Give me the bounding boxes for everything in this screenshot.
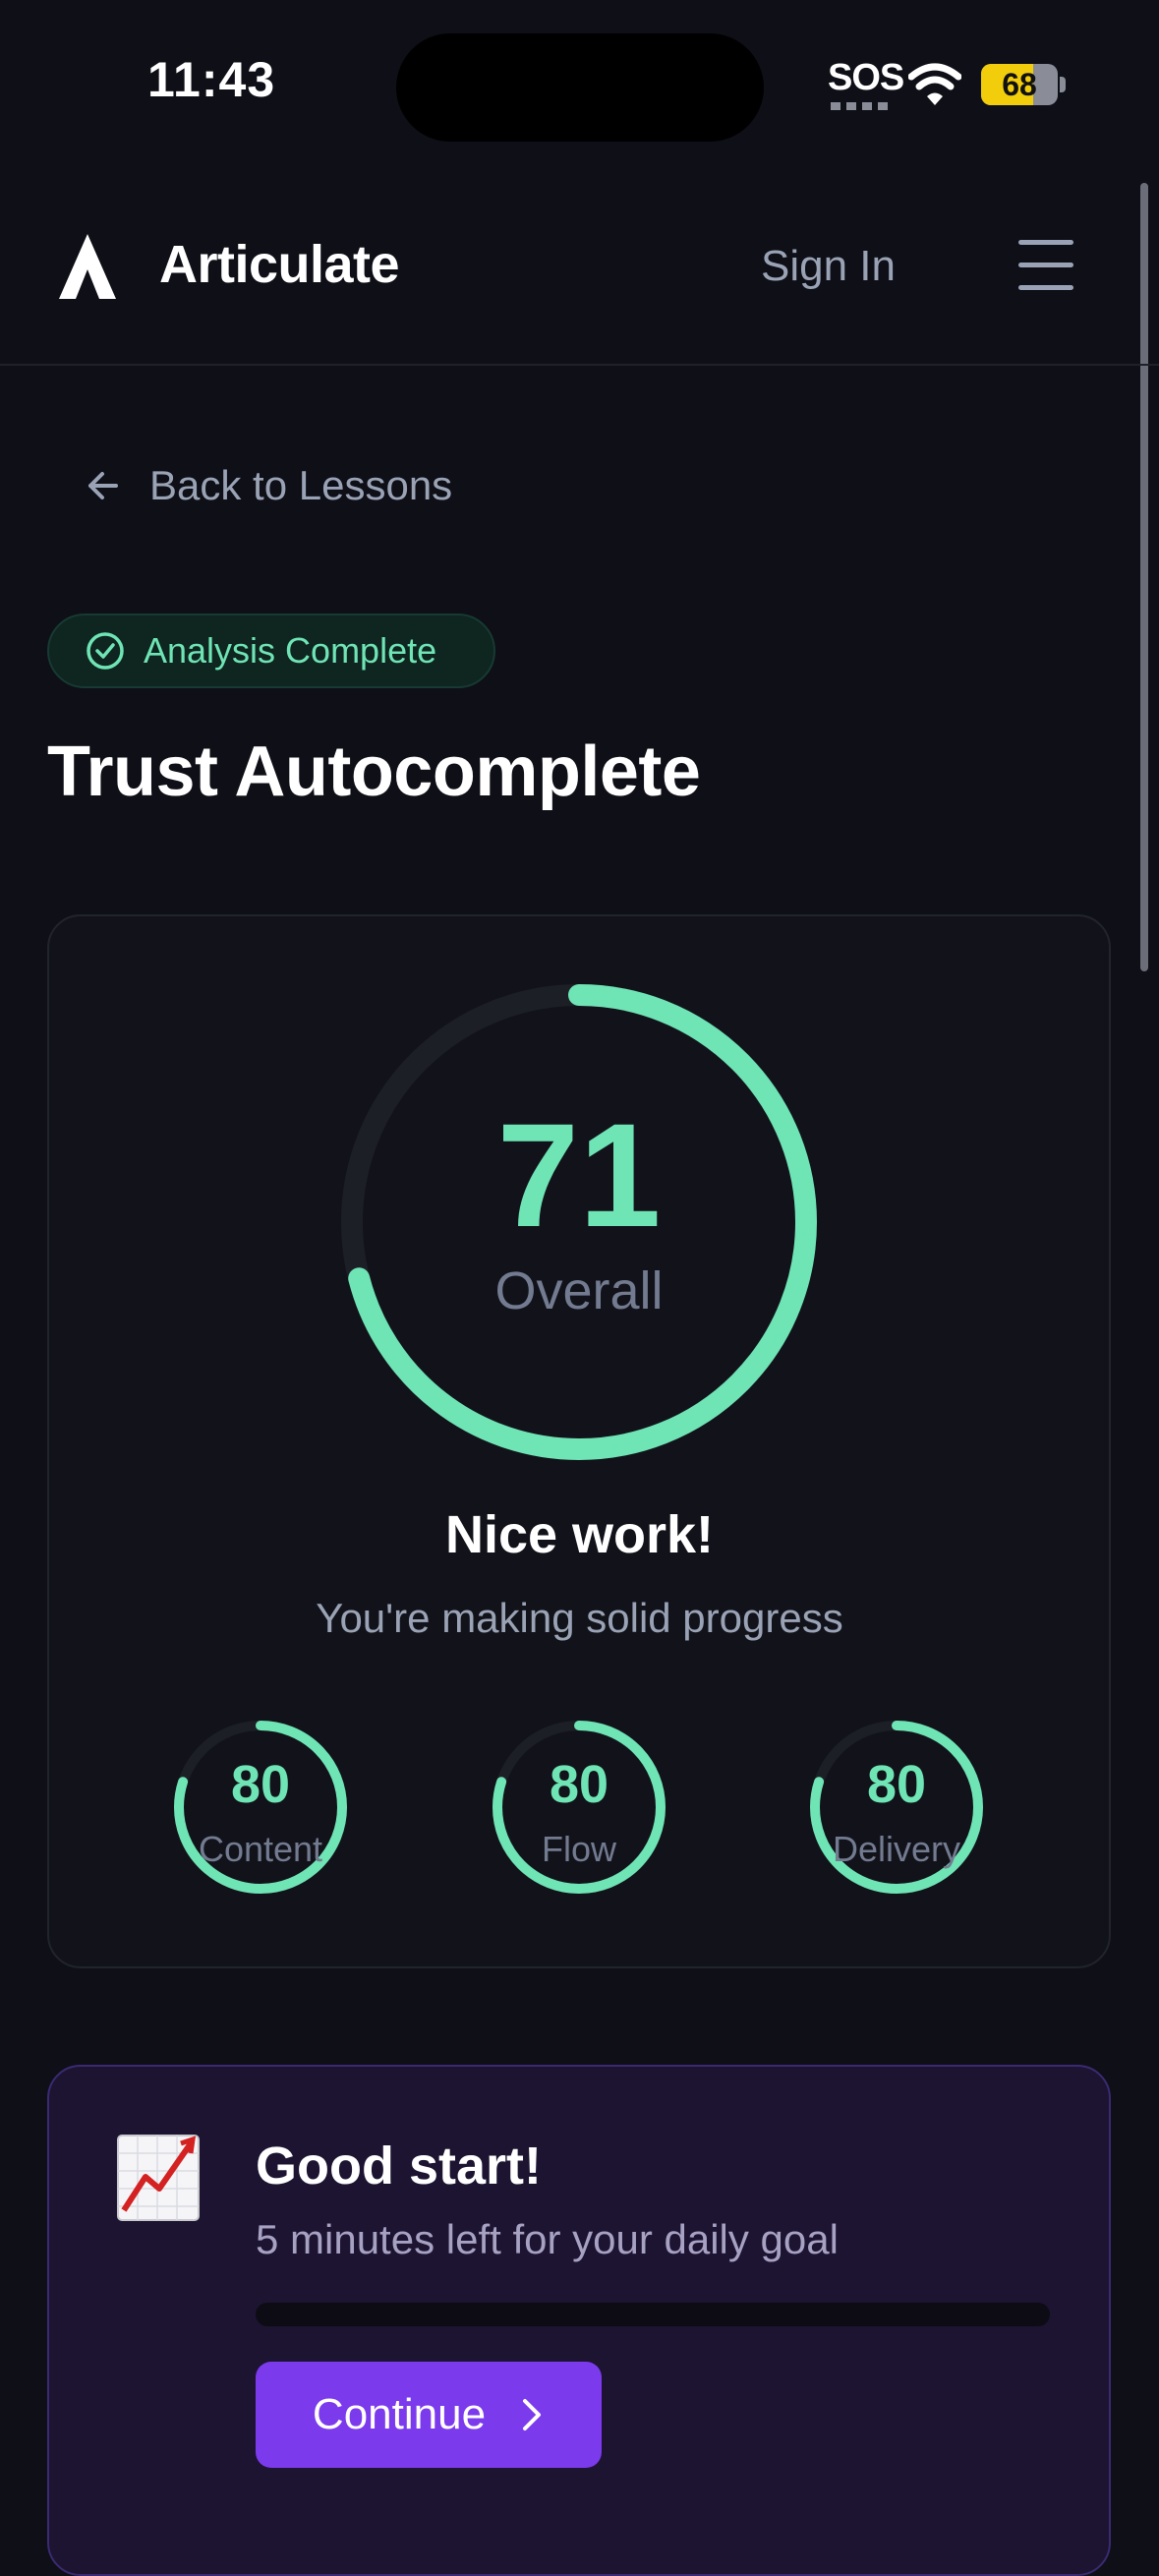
back-to-lessons-link[interactable]: Back to Lessons <box>83 462 452 509</box>
status-time: 11:43 <box>147 52 276 107</box>
articulate-logo-icon[interactable] <box>59 234 116 299</box>
overall-score-label: Overall <box>494 1261 664 1320</box>
page-title: Trust Autocomplete <box>47 732 701 811</box>
analysis-status-badge: Analysis Complete <box>47 614 495 688</box>
sos-indicator: SOS <box>828 57 904 98</box>
delivery-score-value: 80 <box>866 1755 927 1814</box>
chart-increasing-icon <box>117 2135 200 2221</box>
chevron-right-icon <box>523 2399 542 2430</box>
overall-score-value: 71 <box>496 1092 662 1258</box>
wifi-icon <box>908 63 961 105</box>
brand-name[interactable]: Articulate <box>159 234 400 295</box>
feedback-title: Nice work! <box>444 1505 715 1564</box>
badge-label: Analysis Complete <box>144 630 437 671</box>
signal-dots <box>831 102 892 110</box>
content-score-label: Content <box>198 1829 323 1869</box>
back-link-label: Back to Lessons <box>149 462 453 508</box>
nav-divider <box>0 364 1159 366</box>
scrollbar[interactable] <box>1140 183 1148 971</box>
menu-icon[interactable] <box>1018 240 1073 291</box>
flow-score-label: Flow <box>541 1829 616 1869</box>
daily-goal-progress-bar <box>256 2303 1050 2326</box>
delivery-score-label: Delivery <box>832 1829 961 1869</box>
battery-level: 68 <box>1002 67 1037 102</box>
feedback-subtitle: You're making solid progress <box>316 1595 843 1641</box>
sign-in-link[interactable]: Sign In <box>761 242 896 291</box>
battery-icon: 68 <box>981 64 1058 105</box>
continue-button[interactable]: Continue <box>256 2362 602 2468</box>
arrow-left-icon <box>88 472 118 499</box>
goal-subtitle: 5 minutes left for your daily goal <box>256 2216 839 2262</box>
goal-title: Good start! <box>256 2137 542 2195</box>
flow-score-value: 80 <box>549 1755 609 1814</box>
battery-nub <box>1060 77 1066 92</box>
check-circle-icon <box>87 632 124 670</box>
dynamic-island <box>396 33 764 142</box>
continue-button-label: Continue <box>312 2390 487 2438</box>
content-score-value: 80 <box>230 1755 291 1814</box>
